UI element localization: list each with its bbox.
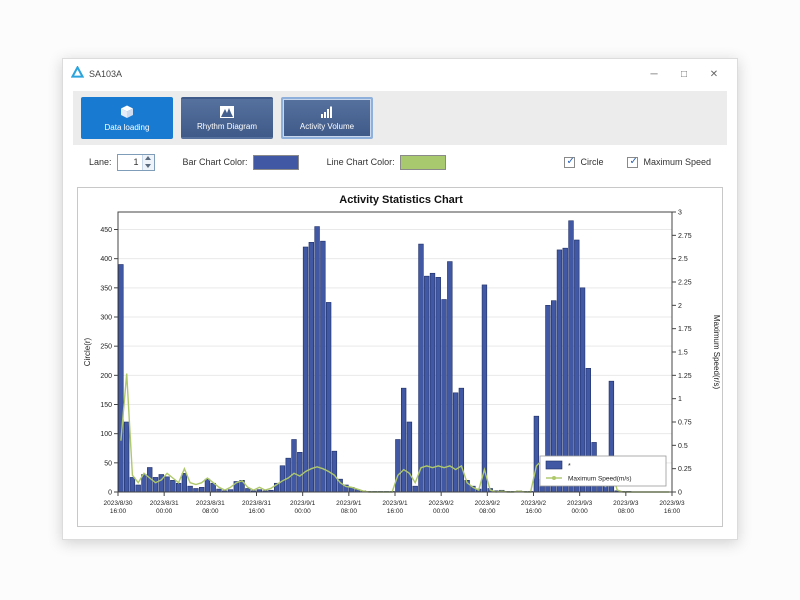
svg-text:16:00: 16:00 [664, 508, 681, 515]
svg-text:16:00: 16:00 [248, 508, 265, 515]
svg-text:00:00: 00:00 [572, 508, 589, 515]
app-logo-icon [71, 65, 84, 83]
close-button[interactable]: ✕ [699, 63, 729, 85]
bar-color-label: Bar Chart Color: [183, 157, 248, 167]
svg-text:2.25: 2.25 [678, 280, 692, 287]
circle-checkbox-label: Circle [580, 157, 603, 167]
svg-text:08:00: 08:00 [618, 508, 635, 515]
svg-text:08:00: 08:00 [341, 508, 358, 515]
svg-text:2.5: 2.5 [678, 256, 688, 263]
svg-text:00:00: 00:00 [156, 508, 173, 515]
lane-spinner[interactable] [142, 155, 154, 170]
svg-text:100: 100 [100, 431, 112, 438]
tab-label: Data loading [105, 123, 150, 132]
maximum-speed-checkbox[interactable]: Maximum Speed [627, 157, 711, 168]
svg-text:2023/9/3: 2023/9/3 [659, 500, 685, 507]
circle-checkbox[interactable]: Circle [564, 157, 603, 168]
svg-text:150: 150 [100, 402, 112, 409]
tab-activity-volume[interactable]: Activity Volume [281, 97, 373, 139]
rhythm-icon [219, 105, 235, 119]
svg-text:200: 200 [100, 373, 112, 380]
svg-text:2023/8/31: 2023/8/31 [242, 500, 271, 507]
maximize-button[interactable]: □ [669, 63, 699, 85]
svg-text:2023/9/2: 2023/9/2 [475, 500, 501, 507]
y-axis-left-title: Circle(r) [83, 337, 92, 366]
svg-text:2023/9/1: 2023/9/1 [336, 500, 362, 507]
svg-text:3: 3 [678, 210, 682, 217]
svg-text:2023/9/3: 2023/9/3 [567, 500, 593, 507]
tab-data-loading[interactable]: Data loading [81, 97, 173, 139]
svg-text:250: 250 [100, 344, 112, 351]
svg-text:2023/8/31: 2023/8/31 [196, 500, 225, 507]
spinner-down-icon[interactable] [143, 162, 154, 170]
checkbox-check-icon[interactable] [564, 157, 575, 168]
svg-text:0: 0 [678, 490, 682, 497]
lane-input[interactable]: 1 [117, 154, 155, 171]
line-color-label: Line Chart Color: [327, 157, 395, 167]
svg-text:2023/9/2: 2023/9/2 [521, 500, 547, 507]
svg-text:2023/9/1: 2023/9/1 [290, 500, 316, 507]
chart-title: Activity Statistics Chart [339, 194, 463, 206]
desktop: SA103A ─ □ ✕ Data loading [0, 0, 800, 600]
svg-text:50: 50 [104, 460, 112, 467]
options-bar: Lane: 1 Bar Chart Color: Line Chart Colo… [63, 145, 737, 179]
window-title: SA103A [89, 69, 122, 79]
svg-text:350: 350 [100, 285, 112, 292]
minimize-button[interactable]: ─ [639, 63, 669, 85]
y-axis-right-title: Maximum Speed(r/s) [712, 315, 721, 390]
activity-chart: Activity Statistics Chart Circle(r) Maxi… [78, 188, 723, 527]
title-bar: SA103A ─ □ ✕ [63, 59, 737, 89]
cube-icon [118, 104, 136, 120]
svg-text:Maximum Speed(m/s): Maximum Speed(m/s) [568, 476, 632, 483]
svg-text:2: 2 [678, 303, 682, 310]
bar-chart-icon [319, 105, 335, 119]
svg-text:16:00: 16:00 [525, 508, 542, 515]
spinner-up-icon[interactable] [143, 155, 154, 163]
svg-text:08:00: 08:00 [479, 508, 496, 515]
app-window: SA103A ─ □ ✕ Data loading [62, 58, 738, 540]
bar-color-swatch[interactable] [253, 155, 299, 170]
svg-text:1.25: 1.25 [678, 373, 692, 380]
lane-label: Lane: [89, 157, 112, 167]
svg-text:1.5: 1.5 [678, 350, 688, 357]
svg-text:400: 400 [100, 256, 112, 263]
window-controls: ─ □ ✕ [639, 63, 729, 85]
lane-value[interactable]: 1 [118, 155, 142, 170]
svg-text:1.75: 1.75 [678, 326, 692, 333]
svg-text:08:00: 08:00 [202, 508, 219, 515]
svg-text:0.75: 0.75 [678, 420, 692, 427]
svg-text:00:00: 00:00 [433, 508, 450, 515]
chart-panel: Activity Statistics Chart Circle(r) Maxi… [77, 187, 723, 527]
svg-text:2023/9/1: 2023/9/1 [382, 500, 408, 507]
svg-text:300: 300 [100, 315, 112, 322]
svg-text:0: 0 [108, 490, 112, 497]
line-color-swatch[interactable] [400, 155, 446, 170]
maximum-speed-checkbox-label: Maximum Speed [643, 157, 711, 167]
svg-text:1: 1 [678, 396, 682, 403]
svg-text:2023/8/31: 2023/8/31 [150, 500, 179, 507]
svg-text:2023/9/3: 2023/9/3 [613, 500, 639, 507]
svg-text:0.5: 0.5 [678, 443, 688, 450]
svg-text:2023/8/30: 2023/8/30 [104, 500, 133, 507]
tab-label: Activity Volume [300, 122, 354, 131]
svg-text:0.25: 0.25 [678, 466, 692, 473]
checkbox-check-icon[interactable] [627, 157, 638, 168]
svg-text:2023/9/2: 2023/9/2 [429, 500, 455, 507]
svg-text:16:00: 16:00 [110, 508, 127, 515]
svg-text:2.75: 2.75 [678, 233, 692, 240]
svg-text:450: 450 [100, 227, 112, 234]
svg-text:*: * [568, 463, 571, 470]
toolbar-tabs: Data loading Rhythm Diagram [73, 91, 727, 145]
svg-text:00:00: 00:00 [295, 508, 312, 515]
tab-rhythm-diagram[interactable]: Rhythm Diagram [181, 97, 273, 139]
svg-text:16:00: 16:00 [387, 508, 404, 515]
tab-label: Rhythm Diagram [197, 122, 257, 131]
